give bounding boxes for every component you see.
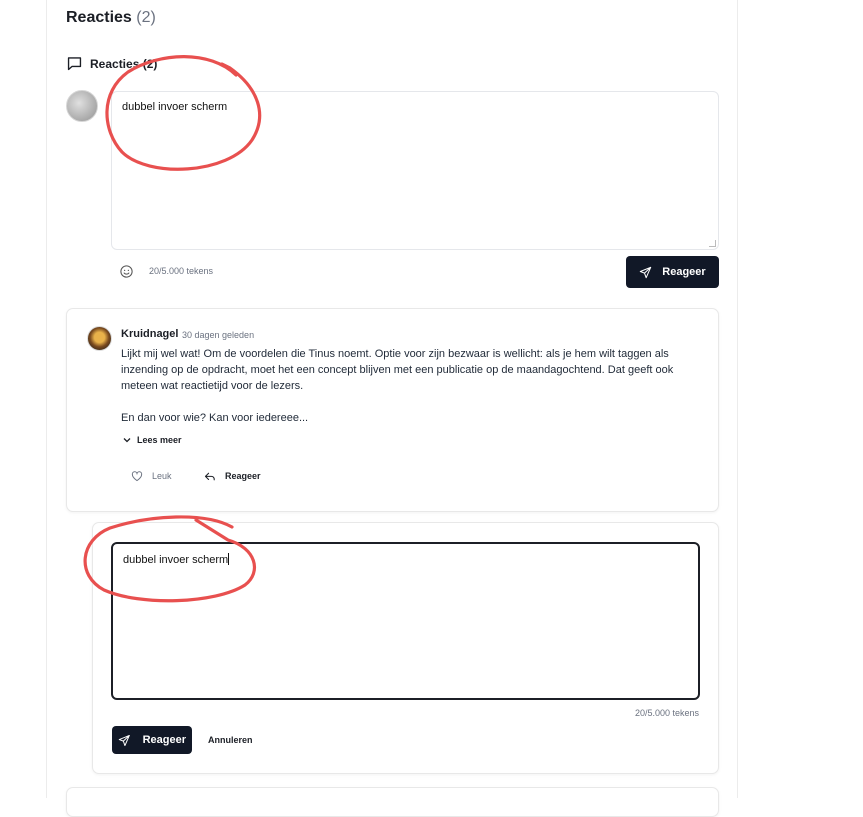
next-comment-card (66, 787, 719, 817)
comment-icon (67, 57, 82, 71)
reply-textarea[interactable]: dubbel invoer scherm (111, 542, 700, 700)
page-title-count: (2) (136, 9, 156, 26)
avatar (66, 90, 98, 122)
page-title-text: Reacties (66, 9, 132, 26)
send-icon (640, 266, 652, 278)
comment-paragraph-2: En dan voor wie? Kan voor iedereee... (121, 412, 309, 424)
comment-textarea-value: dubbel invoer scherm (122, 101, 228, 113)
reply-label: Reageer (225, 471, 261, 481)
read-more-link[interactable]: Lees meer (122, 435, 182, 445)
character-counter: 20/5.000 tekens (149, 266, 214, 276)
like-label: Leuk (152, 471, 172, 481)
submit-comment-label: Reageer (662, 266, 706, 278)
text-caret (228, 553, 230, 565)
reply-button[interactable]: Reageer (203, 469, 261, 483)
submit-comment-button[interactable]: Reageer (626, 256, 719, 288)
comment-timestamp: 30 dagen geleden (182, 330, 255, 340)
comment-paragraph-1: Lijkt mij wel wat! Om de voordelen die T… (121, 348, 674, 392)
comment-body: Lijkt mij wel wat! Om de voordelen die T… (121, 346, 701, 426)
emoji-icon[interactable] (119, 264, 134, 279)
send-icon (118, 734, 130, 746)
author-avatar[interactable] (87, 326, 112, 351)
resize-handle[interactable] (709, 240, 716, 247)
reply-character-counter: 20/5.000 tekens (634, 708, 699, 718)
submit-reply-label: Reageer (142, 734, 186, 746)
page-title: Reacties (2) (66, 9, 156, 27)
heart-icon (131, 471, 143, 482)
read-more-label: Lees meer (137, 435, 182, 445)
comment-author[interactable]: Kruidnagel (121, 328, 178, 340)
submit-reply-button[interactable]: Reageer (112, 726, 192, 754)
comment-textarea[interactable]: dubbel invoer scherm (111, 91, 719, 250)
cancel-button[interactable]: Annuleren (208, 735, 253, 745)
chevron-down-icon (123, 438, 131, 443)
section-label: Reacties (2) (90, 56, 158, 71)
reply-textarea-value: dubbel invoer scherm (123, 554, 229, 566)
comments-section-heading: Reacties (2) (66, 55, 157, 72)
like-button[interactable]: Leuk (130, 469, 172, 483)
reply-arrow-icon (204, 472, 215, 481)
